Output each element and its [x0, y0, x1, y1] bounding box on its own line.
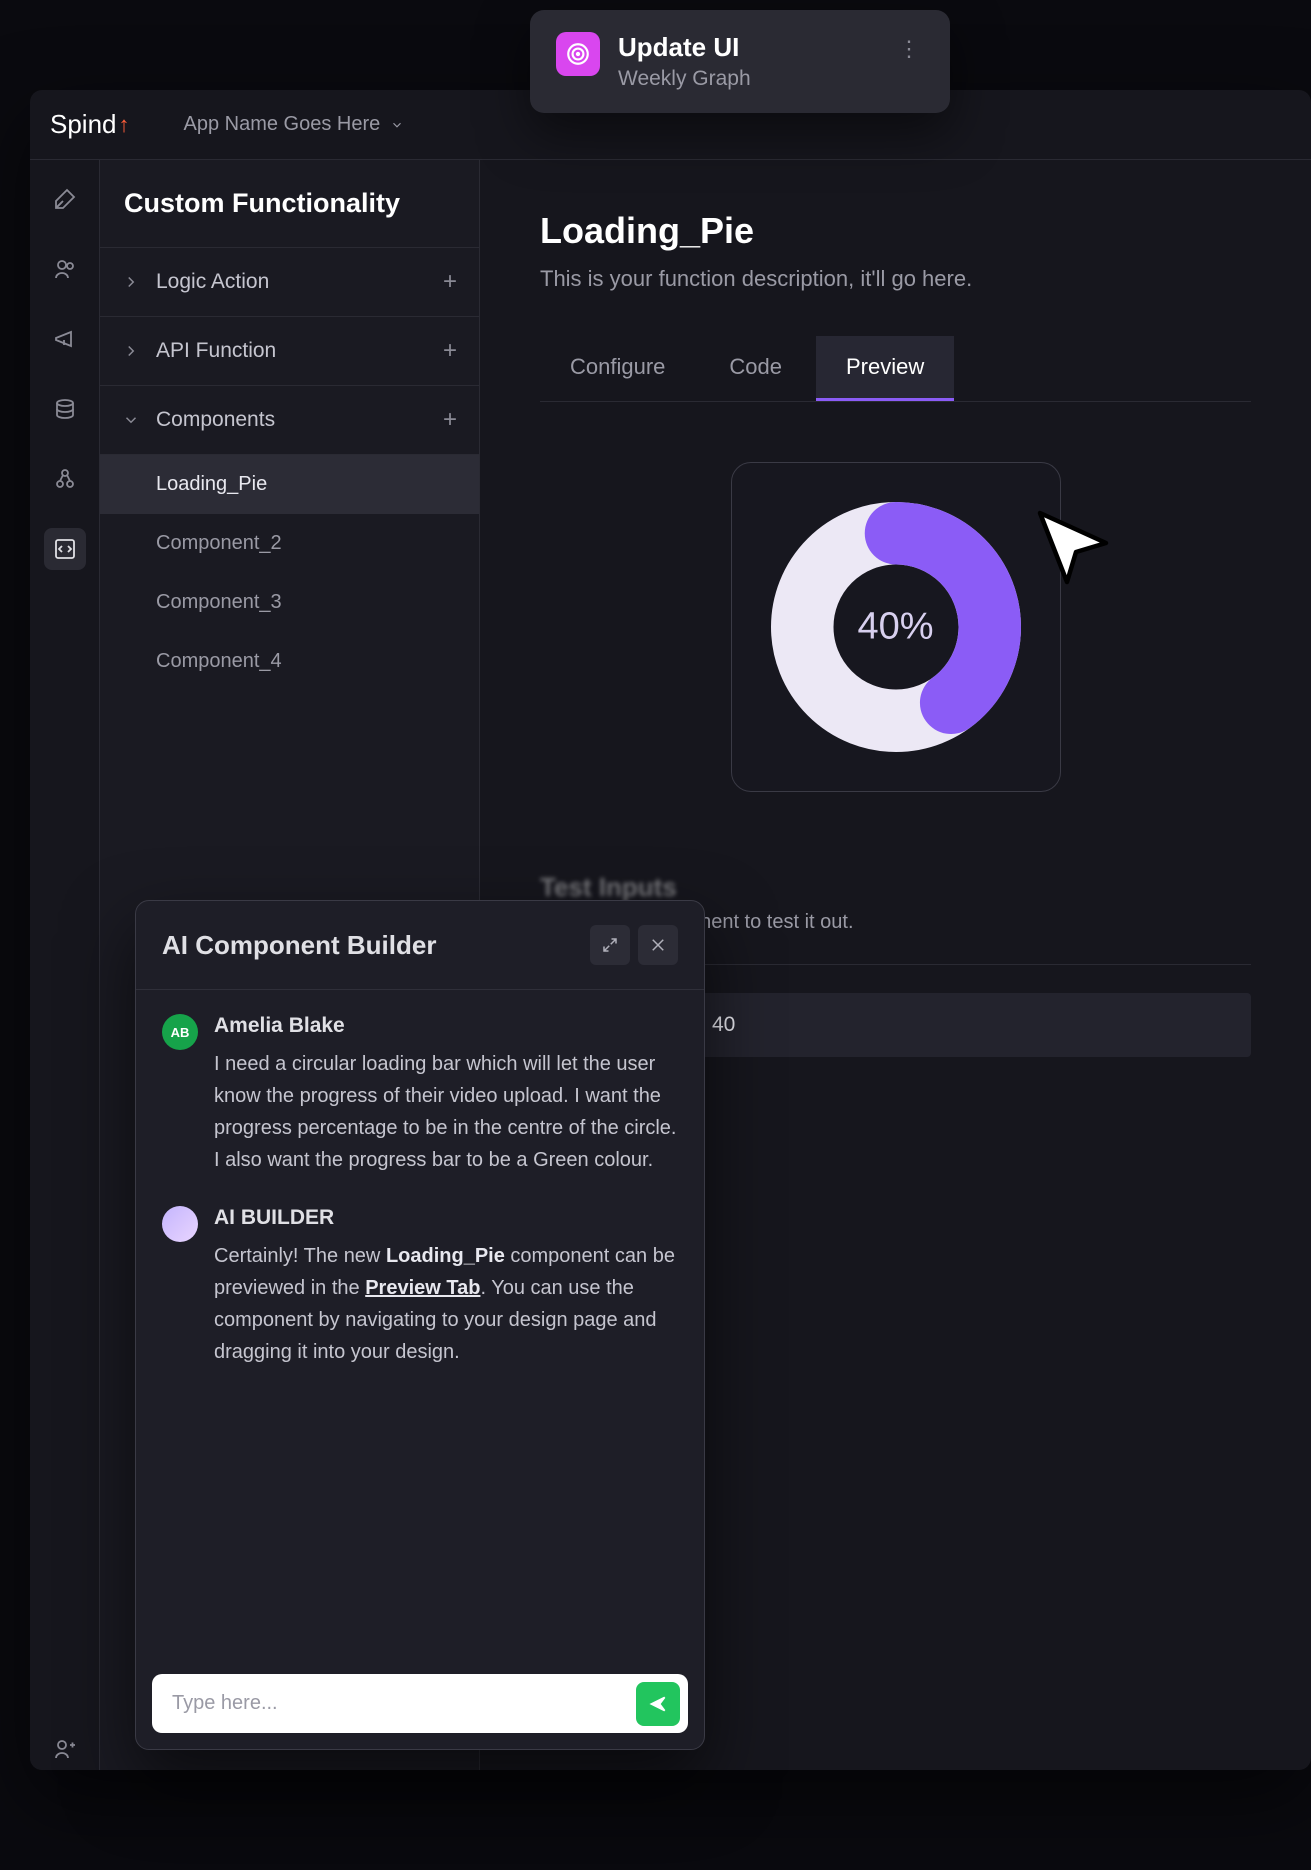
logo-accent-icon: ↑ [119, 112, 130, 138]
message-user: AB Amelia Blake I need a circular loadin… [162, 1014, 678, 1176]
float-card-subtitle: Weekly Graph [618, 67, 876, 91]
sidebar-title: Custom Functionality [100, 160, 479, 248]
chevron-right-icon [122, 342, 140, 360]
tree-item-components[interactable]: Components + [100, 386, 479, 455]
page-title: Loading_Pie [540, 210, 1251, 252]
rail-code-icon[interactable] [44, 528, 86, 570]
tabs: Configure Code Preview [540, 336, 1251, 402]
ai-input-row [136, 1658, 704, 1749]
message-text: I need a circular loading bar which will… [214, 1048, 678, 1176]
ai-panel-header: AI Component Builder [136, 901, 704, 990]
rail-team-icon[interactable] [44, 1728, 86, 1770]
tree-sub-component-4[interactable]: Component_4 [100, 632, 479, 691]
pie-percent-label: 40% [857, 606, 933, 649]
nav-rail [30, 160, 100, 1770]
add-icon[interactable]: + [443, 406, 457, 434]
app-name-selector[interactable]: App Name Goes Here [170, 105, 419, 144]
ai-component-builder-panel: AI Component Builder AB Amelia Blake I n… [135, 900, 705, 1750]
preview-tab-link[interactable]: Preview Tab [365, 1277, 480, 1299]
test-inputs-title: Test Inputs [540, 872, 1251, 903]
ai-prompt-input[interactable] [172, 1674, 636, 1733]
tree-sub-loading-pie[interactable]: Loading_Pie [100, 455, 479, 514]
message-author: Amelia Blake [214, 1014, 678, 1038]
ai-panel-title: AI Component Builder [162, 930, 582, 961]
rail-users-icon[interactable] [44, 248, 86, 290]
rail-announce-icon[interactable] [44, 318, 86, 360]
tree-sub-component-3[interactable]: Component_3 [100, 573, 479, 632]
add-icon[interactable]: + [443, 337, 457, 365]
add-icon[interactable]: + [443, 268, 457, 296]
expand-icon[interactable] [590, 925, 630, 965]
float-card-title: Update UI [618, 32, 876, 63]
number-input[interactable] [690, 993, 1251, 1057]
ai-messages: AB Amelia Blake I need a circular loadin… [136, 990, 704, 1658]
page-description: This is your function description, it'll… [540, 266, 1251, 292]
tab-code[interactable]: Code [699, 336, 812, 401]
chevron-down-icon [122, 411, 140, 429]
tab-configure[interactable]: Configure [540, 336, 695, 401]
tree-sub-component-2[interactable]: Component_2 [100, 514, 479, 573]
avatar: AB [162, 1014, 198, 1050]
target-icon [556, 32, 600, 76]
tab-preview[interactable]: Preview [816, 336, 954, 401]
message-text: Certainly! The new Loading_Pie component… [214, 1240, 678, 1368]
avatar [162, 1206, 198, 1242]
rail-webhook-icon[interactable] [44, 458, 86, 500]
progress-pie: 40% [771, 502, 1021, 752]
tree-item-api-function[interactable]: API Function + [100, 317, 479, 386]
message-bot: AI BUILDER Certainly! The new Loading_Pi… [162, 1206, 678, 1368]
brand-logo[interactable]: Spind↑ [50, 109, 130, 140]
preview-area: 40% [540, 402, 1251, 852]
chevron-right-icon [122, 273, 140, 291]
close-icon[interactable] [638, 925, 678, 965]
send-button[interactable] [636, 1682, 680, 1726]
update-ui-card[interactable]: Update UI Weekly Graph ⋮ [530, 10, 950, 113]
chevron-down-icon [390, 118, 404, 132]
preview-card[interactable]: 40% [731, 462, 1061, 792]
rail-design-icon[interactable] [44, 178, 86, 220]
tree-item-logic-action[interactable]: Logic Action + [100, 248, 479, 317]
rail-database-icon[interactable] [44, 388, 86, 430]
more-icon[interactable]: ⋮ [894, 32, 924, 66]
message-author: AI BUILDER [214, 1206, 678, 1230]
cursor-icon [1028, 501, 1118, 591]
